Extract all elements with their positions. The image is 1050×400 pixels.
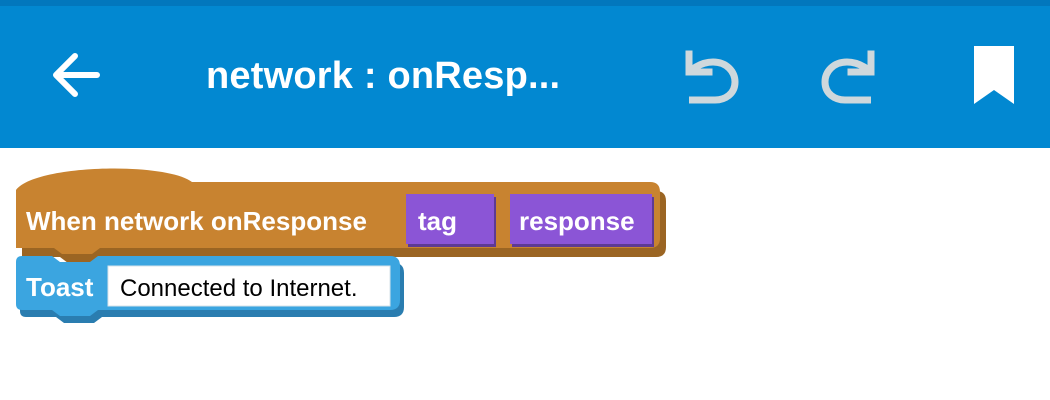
blocks-canvas[interactable]: When network onResponse tag response Toa…: [0, 148, 1050, 400]
param-tag-label: tag: [418, 206, 457, 236]
arrow-left-icon: [53, 53, 100, 97]
toast-message-text: Connected to Internet.: [120, 275, 358, 302]
undo-icon: [685, 50, 739, 104]
bookmark-button[interactable]: [944, 30, 1044, 120]
param-response[interactable]: response: [510, 194, 654, 247]
toast-block-label: Toast: [26, 272, 94, 302]
back-button[interactable]: [26, 30, 126, 120]
redo-icon: [821, 50, 875, 104]
page-title: network : onResp...: [206, 55, 561, 97]
event-block[interactable]: When network onResponse tag response: [16, 168, 666, 263]
param-tag[interactable]: tag: [406, 194, 496, 247]
undo-button[interactable]: [658, 30, 758, 120]
toast-block[interactable]: Toast Connected to Internet.: [16, 256, 404, 323]
blocks-workspace: When network onResponse tag response Toa…: [16, 168, 666, 323]
param-response-label: response: [519, 206, 635, 236]
status-bar: [0, 0, 1050, 6]
app-toolbar: network : onResp...: [0, 0, 1050, 148]
toast-message-input[interactable]: Connected to Internet.: [107, 265, 391, 307]
event-block-label: When network onResponse: [26, 206, 367, 236]
redo-button[interactable]: [802, 30, 902, 120]
bookmark-icon: [974, 46, 1014, 104]
